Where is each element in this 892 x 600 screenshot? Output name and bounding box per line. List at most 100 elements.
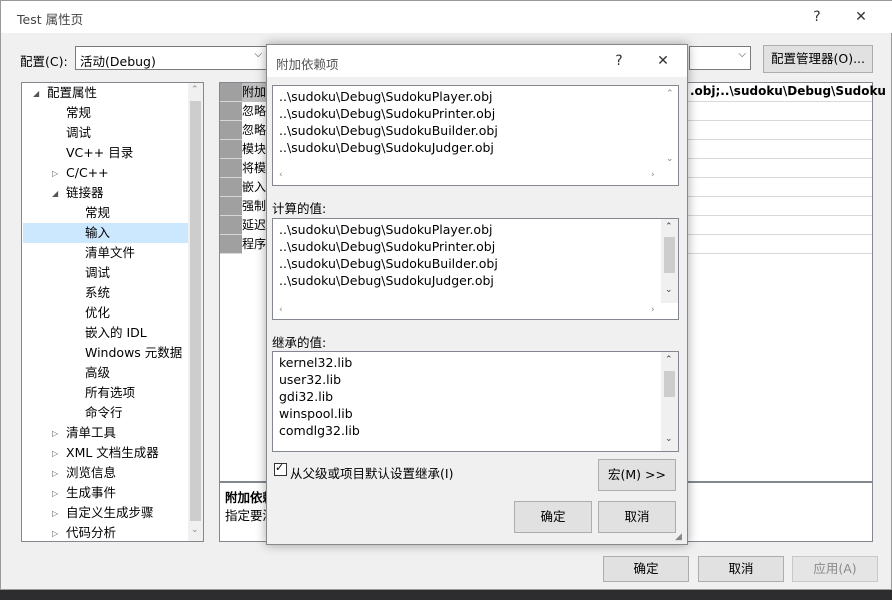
tree-item-label: Windows 元数据: [85, 345, 183, 360]
list-item[interactable]: ..\sudoku\Debug\SudokuBuilder.obj: [279, 255, 498, 272]
tree-item[interactable]: 优化: [23, 303, 188, 323]
platform-combo[interactable]: ⌵: [689, 46, 751, 70]
inherited-values-box[interactable]: ⌃ ⌄ kernel32.lib user32.lib gdi32.lib winsp…: [272, 351, 679, 452]
config-value: 活动(Debug): [80, 54, 156, 69]
list-item[interactable]: ..\sudoku\Debug\SudokuPrinter.obj: [279, 105, 495, 122]
tree-item[interactable]: VC++ 目录: [23, 143, 188, 163]
dialog-help-button[interactable]: ?: [605, 49, 633, 73]
tree-item[interactable]: ▷ XML 文档生成器: [23, 443, 188, 463]
tree-item[interactable]: 调试: [23, 123, 188, 143]
resize-grip-icon[interactable]: ◢: [675, 532, 682, 542]
tree-item-label: VC++ 目录: [66, 145, 134, 160]
tree-item[interactable]: ▷ 生成事件: [23, 483, 188, 503]
scroll-left-icon[interactable]: ‹: [279, 170, 283, 180]
help-button[interactable]: ?: [803, 5, 831, 29]
tree-item[interactable]: Windows 元数据: [23, 343, 188, 363]
tree-item-label: 清单文件: [85, 245, 136, 260]
ok-label: 确定: [633, 561, 659, 576]
tree-item[interactable]: ▷ 自定义生成步骤: [23, 503, 188, 523]
tree-item-label: 系统: [85, 285, 111, 300]
close-button[interactable]: ✕: [847, 5, 875, 29]
scroll-left-icon[interactable]: ‹: [279, 305, 283, 315]
scroll-up-icon[interactable]: ⌃: [665, 355, 673, 365]
scroll-down-icon[interactable]: ⌄: [665, 285, 673, 295]
expand-arrow-icon[interactable]: ▷: [52, 524, 58, 541]
tree-item[interactable]: 命令行: [23, 403, 188, 423]
expand-arrow-icon[interactable]: ▷: [52, 164, 58, 184]
scroll-down-icon[interactable]: ⌄: [665, 434, 673, 444]
dialog-titlebar: 附加依赖项 ? ✕: [267, 45, 687, 77]
config-combo[interactable]: 活动(Debug) ⌵: [75, 46, 267, 70]
dialog-cancel-button[interactable]: 取消: [598, 501, 676, 533]
list-item[interactable]: user32.lib: [279, 371, 341, 388]
expand-arrow-icon[interactable]: ▷: [52, 444, 58, 464]
background-ide: [0, 590, 892, 600]
tree-item[interactable]: 高级: [23, 363, 188, 383]
computed-values-box[interactable]: ⌃ ⌄ ‹ › ..\sudoku\Debug\SudokuPlayer.obj…: [272, 218, 679, 320]
tree-item[interactable]: ▷ 清单工具: [23, 423, 188, 443]
macro-label: 宏(M) >>: [608, 467, 666, 482]
tree-item-label: 优化: [85, 305, 111, 320]
tree-item[interactable]: ◢ 配置属性: [23, 83, 188, 103]
tree-item[interactable]: ▷ 代码分析: [23, 523, 188, 541]
list-item[interactable]: ..\sudoku\Debug\SudokuJudger.obj: [279, 272, 494, 289]
scroll-thumb[interactable]: [664, 371, 675, 397]
scroll-up-icon[interactable]: ⌃: [666, 89, 674, 99]
list-item[interactable]: ..\sudoku\Debug\SudokuPrinter.obj: [279, 238, 495, 255]
scroll-thumb[interactable]: [664, 237, 675, 273]
tree-item[interactable]: ▷ 浏览信息: [23, 463, 188, 483]
expand-arrow-icon[interactable]: ▷: [52, 484, 58, 504]
dialog-ok-button[interactable]: 确定: [514, 501, 592, 533]
config-manager-button[interactable]: 配置管理器(O)...: [763, 45, 873, 73]
tree-item-label: 命令行: [85, 405, 123, 420]
scroll-right-icon[interactable]: ›: [651, 305, 655, 315]
computed-scrollbar[interactable]: ⌃ ⌄: [661, 219, 678, 303]
tree-item[interactable]: 输入: [23, 223, 188, 243]
dependencies-edit-box[interactable]: ⌃ ⌄ ‹ › ..\sudoku\Debug\SudokuPlayer.obj…: [272, 85, 679, 186]
scroll-up-icon[interactable]: ⌃: [191, 85, 199, 95]
list-item[interactable]: ..\sudoku\Debug\SudokuJudger.obj: [279, 139, 494, 156]
ok-button[interactable]: 确定: [603, 556, 689, 582]
list-item[interactable]: winspool.lib: [279, 405, 353, 422]
tree-item[interactable]: ▷ C/C++: [23, 163, 188, 183]
list-item[interactable]: gdi32.lib: [279, 388, 333, 405]
tree-item[interactable]: 调试: [23, 263, 188, 283]
tree-item[interactable]: 所有选项: [23, 383, 188, 403]
tree-scrollbar[interactable]: ⌃ ⌄: [188, 83, 203, 541]
list-item[interactable]: ..\sudoku\Debug\SudokuPlayer.obj: [279, 88, 492, 105]
expand-arrow-icon[interactable]: ▷: [52, 424, 58, 444]
macro-button[interactable]: 宏(M) >>: [598, 459, 676, 491]
inherit-checkbox-label[interactable]: 从父级或项目默认设置继承(I): [290, 463, 453, 482]
grid-row-value: .obj;..\sudoku\Debug\Sudoku: [690, 84, 886, 98]
tree-item[interactable]: 嵌入的 IDL: [23, 323, 188, 343]
inherited-scrollbar[interactable]: ⌃ ⌄: [661, 352, 678, 451]
list-item[interactable]: kernel32.lib: [279, 354, 352, 371]
apply-button[interactable]: 应用(A): [792, 556, 878, 582]
scroll-down-icon[interactable]: ⌄: [191, 525, 199, 535]
dialog-close-button[interactable]: ✕: [649, 49, 677, 73]
category-tree[interactable]: ⌃ ⌄ ◢ 配置属性 常规 调试 VC++ 目录 ▷ C/C++ ◢ 链接器 常规 输入 清单文件 调试…: [21, 82, 204, 542]
expand-arrow-icon[interactable]: ▷: [52, 504, 58, 524]
list-item[interactable]: ..\sudoku\Debug\SudokuBuilder.obj: [279, 122, 498, 139]
dialog-cancel-label: 取消: [624, 509, 650, 524]
tree-item-label: 代码分析: [66, 525, 117, 540]
inherit-checkbox[interactable]: ✓: [274, 461, 287, 476]
tree-item[interactable]: 常规: [23, 103, 188, 123]
scroll-down-icon[interactable]: ⌄: [666, 154, 674, 164]
collapse-arrow-icon[interactable]: ◢: [52, 184, 58, 204]
cancel-button[interactable]: 取消: [698, 556, 784, 582]
collapse-arrow-icon[interactable]: ◢: [33, 84, 39, 104]
scroll-up-icon[interactable]: ⌃: [665, 222, 673, 232]
list-item[interactable]: ..\sudoku\Debug\SudokuPlayer.obj: [279, 221, 492, 238]
tree-item-label: 自定义生成步骤: [66, 505, 154, 520]
tree-item[interactable]: 清单文件: [23, 243, 188, 263]
cancel-label: 取消: [728, 561, 754, 576]
list-item[interactable]: comdlg32.lib: [279, 422, 360, 439]
scroll-right-icon[interactable]: ›: [651, 170, 655, 180]
tree-item[interactable]: 常规: [23, 203, 188, 223]
expand-arrow-icon[interactable]: ▷: [52, 464, 58, 484]
tree-item[interactable]: ◢ 链接器: [23, 183, 188, 203]
tree-item[interactable]: 系统: [23, 283, 188, 303]
scroll-thumb[interactable]: [190, 101, 201, 521]
computed-label: 计算的值:: [272, 201, 327, 216]
